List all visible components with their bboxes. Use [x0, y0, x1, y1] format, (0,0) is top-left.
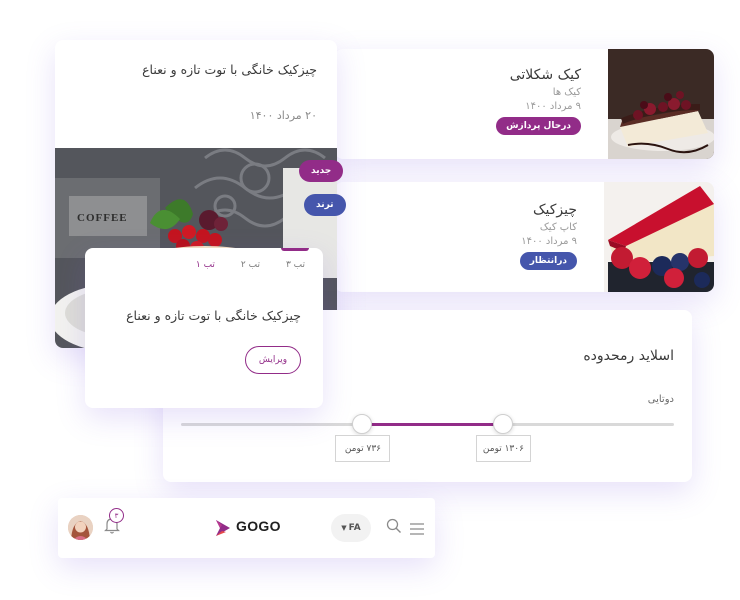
list-item-category: کاپ کیک — [539, 222, 577, 233]
chevron-down-icon: ▼ — [341, 524, 347, 532]
tab-3[interactable]: تب ۳ — [286, 260, 305, 270]
tab-bar: تب ۱ تب ۲ تب ۳ — [196, 260, 305, 270]
feature-card-date: ۲۰ مرداد ۱۴۰۰ — [249, 109, 317, 122]
avatar[interactable] — [68, 515, 93, 540]
list-item-card[interactable]: چیزکیک کاپ کیک ۹ مرداد ۱۴۰۰ درانتظار — [335, 182, 714, 292]
product-image — [604, 182, 714, 292]
list-item-date: ۹ مرداد ۱۴۰۰ — [521, 236, 577, 247]
trend-badge: ترند — [304, 194, 346, 216]
status-badge: درحال پردازش — [496, 117, 581, 135]
slider-track[interactable] — [181, 414, 674, 434]
slider-label: دوتایی — [647, 394, 674, 405]
list-item-card[interactable]: کیک شکلاتی کیک ها ۹ مرداد ۱۴۰۰ درحال پرد… — [335, 49, 714, 159]
status-badge: درانتظار — [519, 252, 577, 270]
search-icon[interactable] — [386, 518, 402, 534]
logo[interactable]: GOGO — [236, 518, 281, 534]
active-tab-indicator — [281, 248, 309, 251]
tab-1[interactable]: تب ۱ — [196, 260, 215, 270]
notification-count: ۳ — [109, 508, 124, 523]
slider-low-value: ۷۳۶ تومن — [335, 435, 391, 462]
slider-card-title: اسلاید رمحدوده — [583, 348, 674, 364]
new-badge: جدید — [299, 160, 344, 182]
language-label: FA — [348, 523, 361, 533]
slider-high-value: ۱۳۰۶ تومن — [475, 435, 531, 462]
logo-icon — [213, 518, 233, 538]
feature-card-title: چیزکیک خانگی با توت تازه و نعناع — [142, 62, 317, 77]
slider-handle-low[interactable] — [352, 414, 373, 434]
tab-2[interactable]: تب ۲ — [241, 260, 260, 270]
coffee-label: COFFEE — [77, 212, 128, 224]
slider-range-fill — [362, 423, 503, 426]
slider-handle-high[interactable] — [492, 414, 513, 434]
tab-content-text: چیزکیک خانگی با توت تازه و نعناع — [126, 308, 301, 323]
top-navbar: ۳ GOGO ▼ FA — [58, 498, 435, 558]
list-item-date: ۹ مرداد ۱۴۰۰ — [525, 101, 581, 112]
list-item-title: چیزکیک — [532, 202, 577, 218]
tab-card: تب ۱ تب ۲ تب ۳ چیزکیک خانگی با توت تازه … — [85, 248, 323, 408]
product-image — [608, 49, 714, 159]
list-item-title: کیک شکلاتی — [509, 67, 581, 83]
menu-icon[interactable] — [409, 521, 425, 535]
list-item-category: کیک ها — [552, 87, 581, 98]
list-item-text: چیزکیک کاپ کیک ۹ مرداد ۱۴۰۰ درانتظار — [519, 202, 577, 270]
list-item-text: کیک شکلاتی کیک ها ۹ مرداد ۱۴۰۰ درحال پرد… — [496, 67, 581, 135]
language-dropdown[interactable]: ▼ FA — [331, 514, 371, 542]
edit-button[interactable]: ویرایش — [245, 346, 301, 374]
